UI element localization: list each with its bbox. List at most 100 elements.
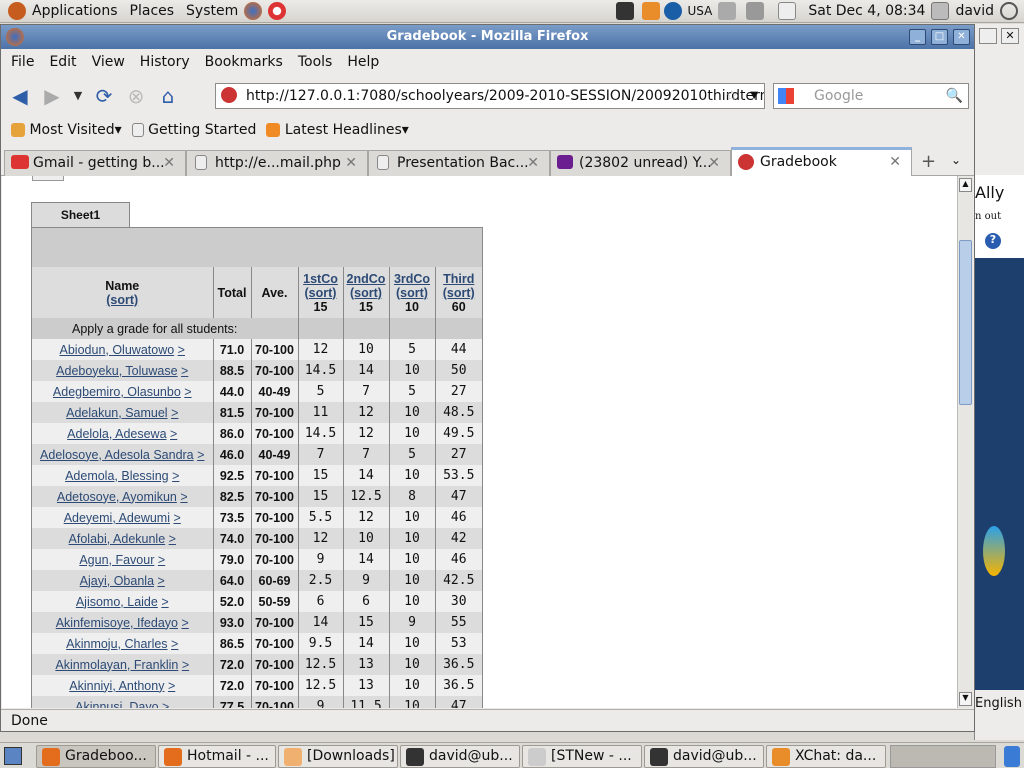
score-cell[interactable]: 10	[388, 507, 435, 528]
student-detail-link[interactable]: >	[158, 553, 165, 567]
score-cell[interactable]: 49.5	[434, 423, 482, 444]
score-cell[interactable]: 14	[342, 549, 389, 570]
student-detail-link[interactable]: >	[171, 637, 178, 651]
student-link[interactable]: Akinmolayan, Franklin	[55, 658, 178, 672]
student-detail-link[interactable]: >	[161, 595, 168, 609]
activity-link[interactable]: 2ndCo	[347, 272, 386, 286]
score-cell[interactable]: 11.5	[342, 696, 389, 708]
student-detail-link[interactable]: >	[172, 469, 179, 483]
scroll-up-button[interactable]: ▲	[959, 178, 972, 192]
system-menu[interactable]: System	[186, 3, 238, 19]
tab-email-php[interactable]: http://e...mail.php ✕	[186, 150, 368, 176]
close-button[interactable]: ✕	[953, 29, 970, 45]
taskbar-item[interactable]: [STNew - ...	[522, 745, 642, 768]
close-tab-icon[interactable]: ✕	[889, 150, 901, 174]
score-cell[interactable]: 5	[388, 381, 435, 402]
score-cell[interactable]: 27	[434, 444, 482, 465]
close-tab-icon[interactable]: ✕	[345, 151, 357, 175]
search-input[interactable]: Google 🔍	[773, 83, 969, 109]
student-link[interactable]: Adelosoye, Adesola Sandra	[40, 448, 194, 462]
menu-file[interactable]: File	[11, 54, 34, 70]
score-cell[interactable]: 5	[388, 444, 435, 465]
student-detail-link[interactable]: >	[180, 490, 187, 504]
score-cell[interactable]: 6	[297, 591, 343, 612]
title-bar[interactable]: Gradebook - Mozilla Firefox _ □ ✕	[1, 25, 974, 49]
volume-icon[interactable]	[746, 2, 765, 20]
back-button[interactable]: ◀	[7, 83, 33, 109]
student-link[interactable]: Adelola, Adesewa	[67, 427, 166, 441]
scroll-down-button[interactable]: ▼	[959, 692, 972, 706]
tab-list-button[interactable]: ⌄	[951, 153, 961, 167]
apply-cell[interactable]	[342, 318, 389, 339]
score-cell[interactable]: 10	[388, 549, 435, 570]
score-cell[interactable]: 55	[434, 612, 482, 633]
taskbar-item[interactable]: XChat: da...	[766, 745, 886, 768]
activity-link[interactable]: 1stCo	[303, 272, 338, 286]
help-icon[interactable]	[268, 2, 287, 20]
url-dropdown-icon[interactable]: ▼	[750, 84, 758, 108]
score-cell[interactable]: 47	[434, 486, 482, 507]
home-button[interactable]: ⌂	[155, 83, 181, 109]
student-detail-link[interactable]: >	[182, 658, 189, 672]
student-detail-link[interactable]: >	[169, 532, 176, 546]
close-tab-icon[interactable]: ✕	[708, 151, 720, 175]
show-desktop-icon[interactable]	[4, 747, 22, 765]
scrollbar-thumb[interactable]	[959, 240, 972, 405]
trash-icon[interactable]	[1004, 746, 1020, 767]
student-link[interactable]: Akinmoju, Charles	[66, 637, 167, 651]
score-cell[interactable]: 9	[388, 612, 435, 633]
taskbar-item[interactable]: Hotmail - ...	[158, 745, 276, 768]
score-cell[interactable]: 42	[434, 528, 482, 549]
student-link[interactable]: Adetosoye, Ayomikun	[57, 490, 177, 504]
score-cell[interactable]: 14	[342, 633, 389, 654]
taskbar-item[interactable]: david@ub...	[400, 745, 520, 768]
shutdown-icon[interactable]	[1000, 2, 1018, 20]
menu-bookmarks[interactable]: Bookmarks	[205, 54, 283, 70]
user-name[interactable]: david	[955, 3, 994, 19]
account-name[interactable]: Ally	[975, 183, 1004, 202]
score-cell[interactable]: 27	[434, 381, 482, 402]
score-cell[interactable]: 53	[434, 633, 482, 654]
score-cell[interactable]: 36.5	[434, 654, 482, 675]
menu-edit[interactable]: Edit	[49, 54, 76, 70]
score-cell[interactable]: 47	[434, 696, 482, 708]
score-cell[interactable]: 7	[342, 444, 389, 465]
score-cell[interactable]: 10	[388, 423, 435, 444]
student-detail-link[interactable]: >	[181, 364, 188, 378]
score-cell[interactable]: 14.5	[297, 423, 343, 444]
score-cell[interactable]: 6	[342, 591, 389, 612]
score-cell[interactable]: 9	[342, 570, 389, 591]
score-cell[interactable]: 36.5	[434, 675, 482, 696]
tab-gradebook[interactable]: Gradebook ✕	[731, 147, 912, 177]
student-link[interactable]: Adelakun, Samuel	[66, 406, 167, 420]
restore-icon[interactable]	[979, 28, 997, 44]
sort-name-link[interactable]: (sort)	[106, 293, 138, 307]
student-detail-link[interactable]: >	[184, 385, 191, 399]
student-link[interactable]: Adeyemi, Adewumi	[64, 511, 170, 525]
vertical-scrollbar[interactable]: ▲ ▼	[957, 176, 973, 708]
score-cell[interactable]: 15	[342, 612, 389, 633]
student-link[interactable]: Akinfemisoye, Ifedayo	[56, 616, 178, 630]
student-link[interactable]: Adegbemiro, Olasunbo	[53, 385, 181, 399]
bookmark-latest-headlines[interactable]: Latest Headlines▾	[266, 122, 409, 138]
score-cell[interactable]: 53.5	[434, 465, 482, 486]
new-tab-button[interactable]: +	[921, 151, 936, 172]
score-cell[interactable]: 14	[297, 612, 343, 633]
student-detail-link[interactable]: >	[173, 511, 180, 525]
score-cell[interactable]: 9	[297, 549, 343, 570]
hp-icon[interactable]	[663, 2, 682, 20]
score-cell[interactable]: 13	[342, 675, 389, 696]
score-cell[interactable]: 5	[388, 339, 435, 360]
sort-link[interactable]: (sort)	[305, 286, 337, 300]
sheet-tab[interactable]: Sheet1	[31, 202, 130, 228]
menu-view[interactable]: View	[92, 54, 125, 70]
score-cell[interactable]: 12.5	[342, 486, 389, 507]
score-cell[interactable]: 10	[388, 465, 435, 486]
workspace-switcher[interactable]	[890, 745, 996, 768]
taskbar-item[interactable]: Gradeboo...	[36, 745, 156, 768]
score-cell[interactable]: 9	[297, 696, 343, 708]
score-cell[interactable]: 46	[434, 549, 482, 570]
score-cell[interactable]: 7	[342, 381, 389, 402]
score-cell[interactable]: 44	[434, 339, 482, 360]
score-cell[interactable]: 11	[297, 402, 343, 423]
